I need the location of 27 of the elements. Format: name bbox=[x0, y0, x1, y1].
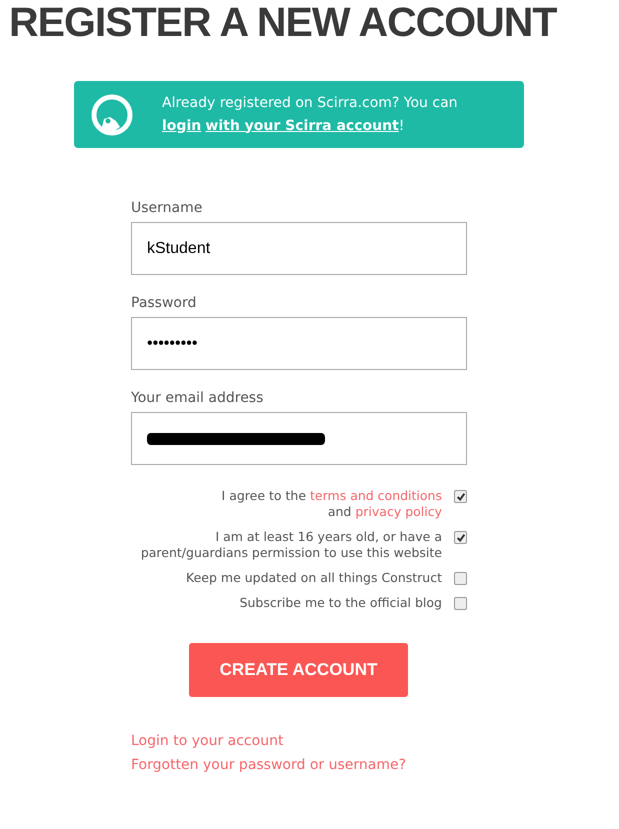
account-link[interactable]: Login to your account bbox=[131, 733, 467, 749]
field-label: Password bbox=[131, 295, 198, 311]
checkbox-label: Subscribe me to the official blog bbox=[240, 595, 442, 610]
login-link[interactable]: with your Scirra account bbox=[205, 118, 399, 134]
banner-text: ! bbox=[398, 118, 404, 134]
input-field[interactable] bbox=[131, 412, 467, 465]
input-field[interactable]: kStudent bbox=[131, 222, 467, 275]
checkbox-label: and bbox=[328, 504, 352, 519]
field-label: Your email address bbox=[131, 390, 264, 406]
checkbox-label: I agree to the bbox=[222, 488, 308, 503]
field-label: Username bbox=[131, 200, 204, 216]
input-field[interactable]: ••••••••• bbox=[131, 317, 467, 370]
policy-link[interactable]: privacy policy bbox=[355, 504, 442, 519]
globe-icon bbox=[90, 92, 134, 136]
checkbox-label: I am at least 16 years old, or have a bbox=[215, 529, 442, 544]
checkbox-label: Keep me updated on all things Construct bbox=[186, 570, 442, 585]
checkbox[interactable] bbox=[454, 531, 467, 544]
page-title: REGISTER A NEW ACCOUNT bbox=[8, 0, 558, 44]
account-link[interactable]: Forgotten your password or username? bbox=[131, 757, 467, 773]
policy-link[interactable]: terms and conditions bbox=[310, 488, 442, 503]
checkbox[interactable] bbox=[454, 490, 467, 503]
banner-text: Already registered on Scirra.com? You can bbox=[162, 94, 458, 110]
checkbox[interactable] bbox=[454, 572, 467, 585]
create-account-button[interactable]: CREATE ACCOUNT bbox=[189, 643, 408, 697]
checkbox-label: parent/guardians permission to use this website bbox=[140, 545, 442, 560]
login-link[interactable]: login bbox=[162, 118, 202, 134]
checkbox[interactable] bbox=[454, 597, 467, 610]
